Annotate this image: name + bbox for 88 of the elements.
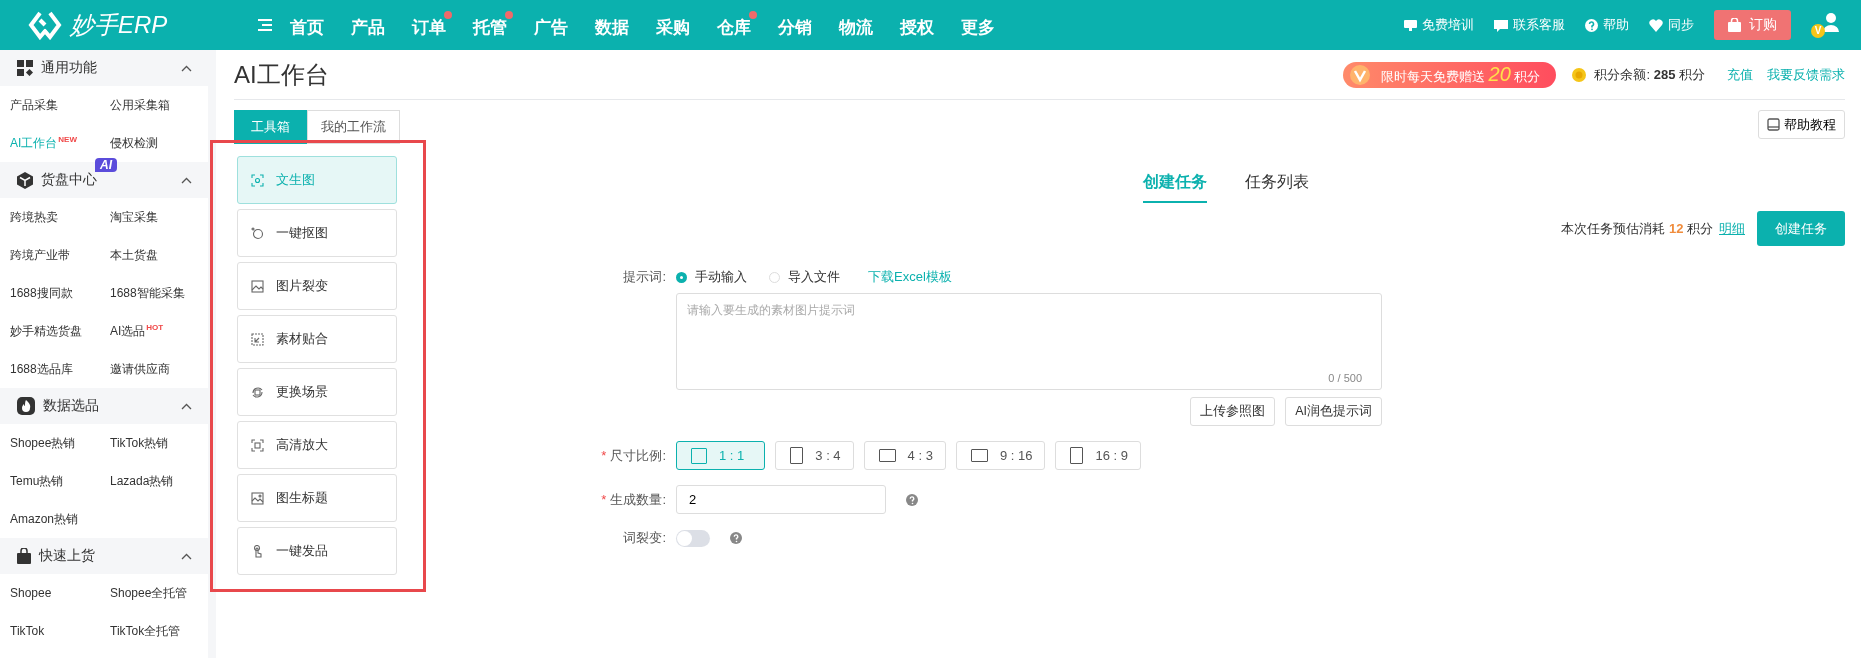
bag-icon [17, 548, 31, 564]
tool-button[interactable]: 高清放大 [237, 421, 397, 469]
field-label: 词裂变: [622, 529, 666, 547]
required-mark: * [601, 491, 607, 507]
tool-icon [251, 544, 264, 558]
tool-icon [251, 173, 264, 187]
sidebar-item[interactable]: Shopee热销 [10, 424, 76, 462]
tool-icon [251, 385, 264, 399]
tool-icon [251, 279, 264, 293]
section-title: 通用功能 [41, 59, 97, 77]
flame-icon [17, 397, 35, 415]
radio-option[interactable]: 手动输入 [676, 268, 747, 286]
field-label: 尺寸比例: [610, 447, 666, 463]
tool-icon [251, 438, 264, 452]
char-counter: 0 / 500 [1328, 372, 1362, 384]
tool-icon [251, 332, 264, 346]
field-label: 提示词: [622, 268, 666, 286]
quantity-input[interactable]: 2 [676, 485, 886, 514]
grid-icon [17, 60, 33, 76]
toggle-switch[interactable] [676, 529, 710, 547]
action-button[interactable]: AI润色提示词 [1285, 397, 1382, 426]
cube-icon [17, 171, 33, 189]
sidebar-item[interactable]: TikTok热销 [110, 424, 169, 462]
tool-button[interactable]: 图片裂变 [237, 262, 397, 310]
sidebar-item[interactable]: TikTok全托管 [110, 612, 181, 650]
tool-icon [251, 491, 264, 505]
sidebar-item[interactable]: 1688搜同款 [10, 274, 73, 312]
field-label: 生成数量: [610, 491, 666, 507]
help-icon [730, 532, 742, 544]
cost-estimate: 本次任务预估消耗 12 积分 [1561, 219, 1713, 238]
sidebar-item[interactable]: TikTok [10, 612, 45, 650]
logo-icon [28, 10, 62, 40]
menu-icon[interactable] [258, 19, 272, 31]
tool-button[interactable]: 更换场景 [237, 368, 397, 416]
sidebar-item[interactable]: 邀请供应商 [110, 350, 170, 388]
aspect-shape-icon [1070, 447, 1084, 464]
points-balance: 积分余额: 285 积分 [1594, 65, 1705, 84]
tag-label: NEW [58, 136, 77, 144]
aspect-shape-icon [691, 447, 707, 464]
vip-badge: V [1811, 24, 1825, 38]
tool-button[interactable]: 图生标题 [237, 474, 397, 522]
tab[interactable]: 任务列表 [1244, 172, 1309, 203]
page-title: AI工作台 [234, 59, 329, 90]
book-icon [1767, 118, 1780, 131]
aspect-shape-icon [790, 447, 804, 464]
ratio-option[interactable]: 4 : 3 [863, 441, 946, 470]
sidebar-item[interactable]: 跨境产业带 [10, 236, 70, 274]
section-header[interactable]: 快速上货 [0, 538, 208, 574]
action-button[interactable]: 上传参照图 [1190, 397, 1276, 426]
chat-icon [1494, 18, 1508, 32]
sidebar-item[interactable]: Shopee全托管 [110, 574, 188, 612]
tool-button[interactable]: 一键发品 [237, 527, 397, 575]
help-icon [906, 493, 918, 506]
tool-button[interactable]: 素材贴合 [237, 315, 397, 363]
section-title: 快速上货 [39, 547, 95, 565]
aspect-shape-icon [970, 449, 988, 462]
sidebar-item[interactable]: 本土货盘 [110, 236, 158, 274]
coin-icon [1572, 67, 1587, 82]
sidebar-item[interactable]: Temu热销 [10, 462, 64, 500]
sidebar-item[interactable]: 淘宝采集 [110, 198, 158, 236]
tool-icon [251, 226, 264, 240]
sidebar-item[interactable]: Amazon热销 [10, 500, 79, 538]
sidebar-item[interactable]: 公用采集箱 [110, 86, 170, 124]
sidebar-item[interactable]: 产品采集 [10, 86, 58, 124]
ratio-option[interactable]: 16 : 9 [1055, 441, 1141, 470]
sidebar-item[interactable]: 妙手精选货盘 [10, 312, 82, 350]
sidebar-item[interactable]: 跨境热卖 [10, 198, 58, 236]
help-icon [1585, 18, 1598, 32]
section-header[interactable]: 通用功能 [0, 50, 208, 86]
help-button[interactable]: 帮助教程 [1758, 110, 1845, 139]
aspect-shape-icon [878, 449, 896, 462]
radio-option[interactable]: 导入文件 [769, 268, 840, 286]
sidebar-item[interactable]: 1688选品库 [10, 350, 73, 388]
ratio-option[interactable]: 3 : 4 [775, 441, 854, 470]
tool-button[interactable]: 一键抠图 [237, 209, 397, 257]
required-mark: * [601, 447, 607, 463]
sidebar-item[interactable]: Lazada热销 [110, 462, 174, 500]
ratio-option[interactable]: 9 : 16 [955, 441, 1046, 470]
tag-label: HOT [146, 324, 164, 332]
monitor-icon [1404, 18, 1417, 32]
ai-badge: AI [95, 158, 117, 172]
sidebar-item[interactable]: Shopee [10, 574, 52, 612]
section-header[interactable]: 数据选品 [0, 388, 208, 424]
logo-text: 妙手ERP [70, 10, 168, 40]
section-title: 数据选品 [43, 397, 99, 415]
sidebar-item[interactable]: 1688智能采集 [110, 274, 185, 312]
section-title: 货盘中心 [41, 171, 97, 189]
bag-icon [1728, 18, 1741, 32]
